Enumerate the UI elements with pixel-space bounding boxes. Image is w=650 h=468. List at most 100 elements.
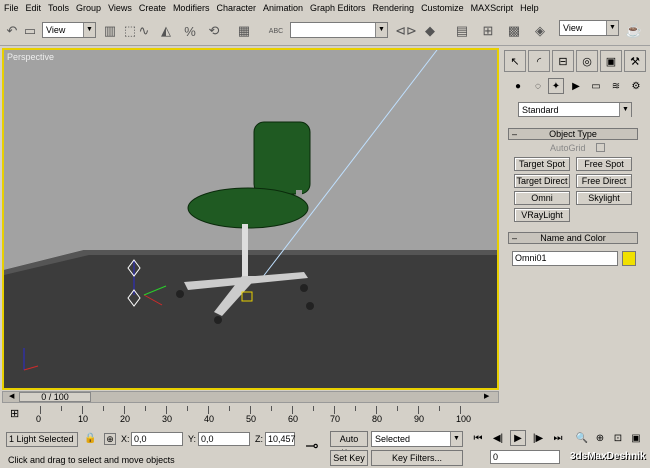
geometry-icon[interactable]: ●: [510, 78, 526, 94]
angle-snap-icon[interactable]: ◭: [156, 20, 176, 42]
play-icon[interactable]: ▶: [510, 430, 526, 446]
chair-column: [242, 224, 248, 276]
menu-item-customize[interactable]: Customize: [421, 3, 464, 13]
y-coord-field[interactable]: 0,0: [198, 432, 250, 446]
menu-bar: File Edit Tools Group Views Create Modifiers Ch…: [0, 0, 650, 16]
absolute-mode-icon[interactable]: ⊕: [104, 433, 116, 445]
shapes-icon[interactable]: ◌: [530, 78, 546, 94]
menu-item-file[interactable]: File: [4, 3, 19, 13]
mirror-icon[interactable]: ▦: [234, 20, 254, 42]
modify-tab-icon[interactable]: ◜: [528, 50, 550, 72]
space-warps-icon[interactable]: ≋: [608, 78, 624, 94]
name-color-rollout[interactable]: – Name and Color: [508, 232, 638, 244]
vraylight-button[interactable]: VRayLight: [514, 208, 570, 222]
menu-item-maxscript[interactable]: MAXScript: [471, 3, 514, 13]
skylight-button[interactable]: Skylight: [576, 191, 632, 205]
object-color-swatch[interactable]: [622, 251, 636, 266]
object-name-field[interactable]: Omni01: [512, 251, 618, 266]
caster-wheel: [300, 284, 308, 292]
ruler-tick: [460, 406, 461, 414]
undo-icon[interactable]: ↶: [2, 20, 22, 42]
zoom-extents-icon[interactable]: ⊡: [610, 430, 626, 446]
autogrid-checkbox[interactable]: [596, 143, 605, 152]
autogrid-label: AutoGrid: [550, 143, 586, 153]
menu-item-views[interactable]: Views: [108, 3, 132, 13]
set-key-button[interactable]: Set Key: [330, 450, 368, 466]
viewport-label[interactable]: Perspective: [7, 52, 54, 62]
key-filters-button[interactable]: Key Filters...: [371, 450, 463, 466]
menu-item-edit[interactable]: Edit: [26, 3, 42, 13]
perspective-viewport[interactable]: Perspective: [2, 48, 499, 390]
trackbar-icon[interactable]: ⊞: [10, 407, 26, 423]
mirror-tool-icon[interactable]: ⊲⊳: [395, 20, 417, 42]
menu-item-group[interactable]: Group: [76, 3, 101, 13]
align-icon[interactable]: ◆: [420, 20, 440, 42]
menu-item-help[interactable]: Help: [520, 3, 539, 13]
zoom-all-icon[interactable]: ⊕: [592, 430, 608, 446]
z-coord-field[interactable]: 10,457: [265, 432, 296, 446]
text-abc-icon[interactable]: ABC: [266, 20, 286, 42]
select-object-icon[interactable]: ▭: [20, 20, 40, 42]
menu-item-modifiers[interactable]: Modifiers: [173, 3, 210, 13]
previous-frame-icon[interactable]: ◀|: [490, 430, 506, 446]
spinner-snap-icon[interactable]: ⟲: [204, 20, 224, 42]
helpers-icon[interactable]: ▭: [588, 78, 604, 94]
ruler-tick: [439, 406, 440, 411]
main-toolbar: ↶ ▭ View ▼ ▥ ⬚ ∿ ◭ % ⟲ ▦ ABC ▼ ⊲⊳ ◆ ▤ ⊞ ▩…: [0, 16, 650, 46]
maximize-viewport-icon[interactable]: ▣: [628, 430, 644, 446]
key-icon[interactable]: ⊸: [298, 432, 326, 462]
display-tab-icon[interactable]: ▣: [600, 50, 622, 72]
reference-coord-dropdown[interactable]: View ▼: [42, 22, 96, 38]
motion-tab-icon[interactable]: ◎: [576, 50, 598, 72]
named-selection-dropdown[interactable]: ▼: [290, 22, 388, 38]
chevron-down-icon: ▼: [83, 23, 95, 37]
target-direct-button[interactable]: Target Direct: [514, 174, 570, 188]
menu-item-character[interactable]: Character: [216, 3, 256, 13]
pivot-icon[interactable]: ▥: [100, 20, 120, 42]
x-coord-field[interactable]: 0,0: [131, 432, 183, 446]
omni-button[interactable]: Omni: [514, 191, 570, 205]
menu-item-tools[interactable]: Tools: [48, 3, 69, 13]
go-to-end-icon[interactable]: ⏭: [550, 430, 566, 446]
lights-icon[interactable]: ✦: [548, 78, 564, 94]
utilities-tab-icon[interactable]: ⚒: [624, 50, 646, 72]
quick-render-icon[interactable]: ☕: [624, 20, 644, 42]
curve-editor-icon[interactable]: ⊞: [478, 20, 498, 42]
time-slider[interactable]: ◀ 0 / 100 ▶: [2, 391, 499, 403]
free-direct-button[interactable]: Free Direct: [576, 174, 632, 188]
menu-item-animation[interactable]: Animation: [263, 3, 303, 13]
layer-manager-icon[interactable]: ▤: [452, 20, 472, 42]
chevron-left-icon[interactable]: ◀: [9, 392, 19, 402]
render-type-dropdown[interactable]: View ▼: [559, 20, 619, 36]
schematic-view-icon[interactable]: ▩: [504, 20, 524, 42]
lock-selection-icon[interactable]: 🔒: [84, 433, 96, 444]
free-spot-button[interactable]: Free Spot: [576, 157, 632, 171]
zoom-icon[interactable]: 🔍: [574, 430, 590, 446]
percent-snap-icon[interactable]: %: [180, 20, 200, 42]
ruler-tick: [145, 406, 146, 411]
go-to-start-icon[interactable]: ⏮: [470, 430, 486, 446]
ruler-tick-label: 90: [414, 414, 425, 424]
cameras-icon[interactable]: ▶: [568, 78, 584, 94]
selected-dropdown[interactable]: Selected ▼: [371, 431, 463, 447]
auto-key-button[interactable]: Auto Key: [330, 431, 368, 458]
object-type-rollout[interactable]: – Object Type: [508, 128, 638, 140]
chevron-right-icon[interactable]: ▶: [484, 392, 494, 402]
material-editor-icon[interactable]: ◈: [530, 20, 550, 42]
ruler-tick: [397, 406, 398, 411]
timeline-ruler[interactable]: 0 10 20 30 40 50 60 70 80 90 100: [36, 404, 500, 430]
target-spot-button[interactable]: Target Spot: [514, 157, 570, 171]
menu-item-create[interactable]: Create: [139, 3, 166, 13]
category-dropdown[interactable]: Standard ▼: [518, 102, 632, 117]
menu-item-graph-editors[interactable]: Graph Editors: [310, 3, 366, 13]
next-frame-icon[interactable]: |▶: [530, 430, 546, 446]
current-frame-field[interactable]: 0: [490, 450, 560, 464]
menu-item-rendering[interactable]: Rendering: [373, 3, 415, 13]
snap-icon[interactable]: ∿: [134, 20, 154, 42]
create-tab-icon[interactable]: ↖: [504, 50, 526, 72]
time-slider-thumb[interactable]: 0 / 100: [19, 392, 91, 402]
hierarchy-tab-icon[interactable]: ⊟: [552, 50, 574, 72]
chair-seat: [187, 187, 309, 229]
systems-icon[interactable]: ⚙: [628, 78, 644, 94]
category-value: Standard: [522, 105, 559, 115]
